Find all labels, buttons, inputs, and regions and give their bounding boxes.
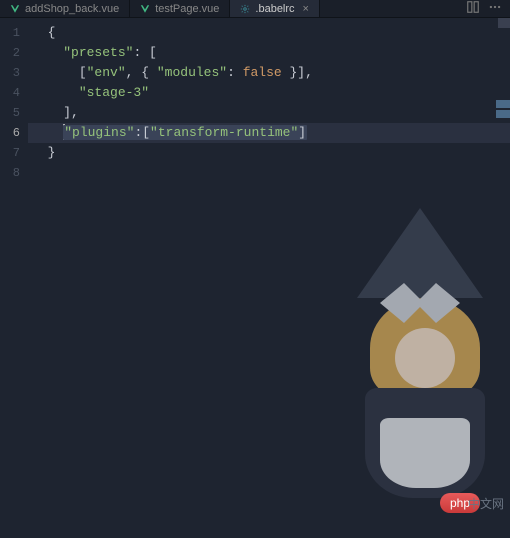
watermark-text: 中文网 bbox=[468, 495, 504, 512]
marker[interactable] bbox=[496, 100, 510, 108]
code-line[interactable]: "plugins":["transform-runtime"] bbox=[28, 123, 510, 143]
line-gutter: 1 2 3 4 5 6 7 8 bbox=[0, 18, 28, 538]
vue-icon bbox=[10, 4, 20, 14]
tab-testpage[interactable]: testPage.vue bbox=[130, 0, 230, 17]
code-line[interactable]: "presets": [ bbox=[28, 43, 510, 63]
line-number: 4 bbox=[0, 83, 20, 103]
marker[interactable] bbox=[496, 110, 510, 118]
line-number: 6 bbox=[0, 123, 20, 143]
line-number: 2 bbox=[0, 43, 20, 63]
tab-bar: addShop_back.vue testPage.vue .babelrc × bbox=[0, 0, 510, 18]
close-icon[interactable]: × bbox=[303, 3, 309, 15]
line-number: 7 bbox=[0, 143, 20, 163]
vue-icon bbox=[140, 4, 150, 14]
code-line[interactable]: { bbox=[28, 23, 510, 43]
tab-label: .babelrc bbox=[255, 3, 294, 15]
overview-ruler bbox=[498, 18, 508, 538]
tab-bar-actions bbox=[466, 0, 510, 18]
compare-icon[interactable] bbox=[466, 0, 480, 18]
code-line[interactable]: } bbox=[28, 143, 510, 163]
more-icon[interactable] bbox=[488, 0, 502, 18]
line-number: 8 bbox=[0, 163, 20, 183]
code-line[interactable]: ], bbox=[28, 103, 510, 123]
code-line[interactable] bbox=[28, 163, 510, 183]
line-number: 3 bbox=[0, 63, 20, 83]
tab-label: testPage.vue bbox=[155, 3, 219, 15]
settings-icon bbox=[240, 4, 250, 14]
line-number: 1 bbox=[0, 23, 20, 43]
code-line[interactable]: "stage-3" bbox=[28, 83, 510, 103]
tab-babelrc[interactable]: .babelrc × bbox=[230, 0, 320, 17]
line-number: 5 bbox=[0, 103, 20, 123]
editor[interactable]: 1 2 3 4 5 6 7 8 { "presets": [ ["env", {… bbox=[0, 18, 510, 538]
tab-addshop[interactable]: addShop_back.vue bbox=[0, 0, 130, 17]
code-area[interactable]: { "presets": [ ["env", { "modules": fals… bbox=[28, 18, 510, 538]
code-line[interactable]: ["env", { "modules": false }], bbox=[28, 63, 510, 83]
tab-label: addShop_back.vue bbox=[25, 3, 119, 15]
